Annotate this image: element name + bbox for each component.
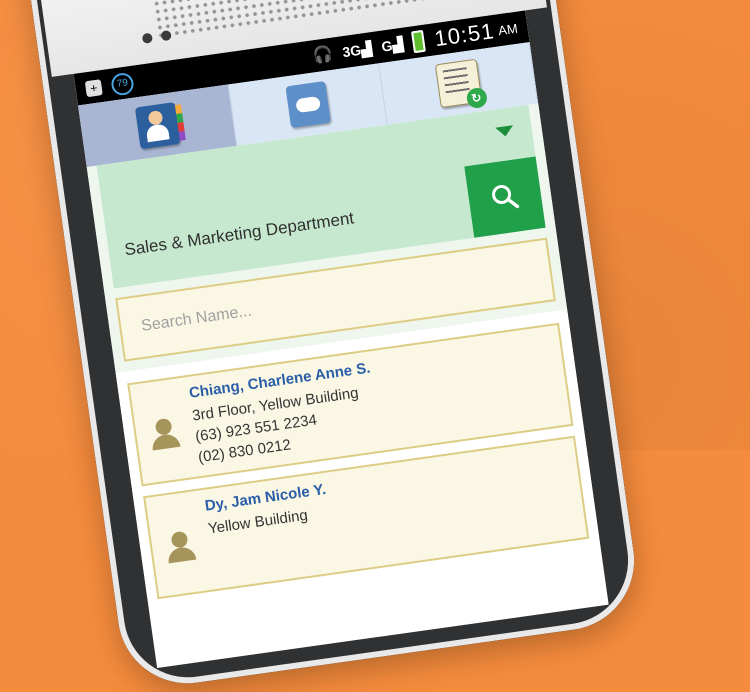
contact-details: Chiang, Charlene Anne S. 3rd Floor, Yell… xyxy=(188,360,381,469)
phone-device: + 79 🎧 3G▟ G▟ 10:51 AM ↻ Sales & Marketi… xyxy=(16,0,644,692)
app-screen: + 79 🎧 3G▟ G▟ 10:51 AM ↻ Sales & Marketi… xyxy=(73,10,609,669)
notification-count-badge: 79 xyxy=(110,71,135,97)
contact-details: Dy, Jam Nicole Y. Yellow Building xyxy=(204,481,337,581)
battery-icon xyxy=(411,29,427,54)
clock-ampm: AM xyxy=(497,20,519,38)
cloud-contacts-icon xyxy=(284,81,331,129)
person-icon xyxy=(158,500,203,588)
search-icon xyxy=(492,184,520,209)
search-button[interactable] xyxy=(464,156,546,238)
person-icon xyxy=(142,387,187,475)
headphones-icon: 🎧 xyxy=(311,45,334,66)
contacts-book-icon xyxy=(134,102,186,150)
notification-icons: + 79 xyxy=(84,71,135,100)
dropdown-arrow-icon[interactable] xyxy=(495,125,515,138)
add-notification-icon: + xyxy=(84,79,103,98)
signal-g-icon: G▟ xyxy=(380,35,405,55)
sync-notebook-icon: ↻ xyxy=(434,58,488,110)
signal-3g-icon: 3G▟ xyxy=(341,39,373,60)
